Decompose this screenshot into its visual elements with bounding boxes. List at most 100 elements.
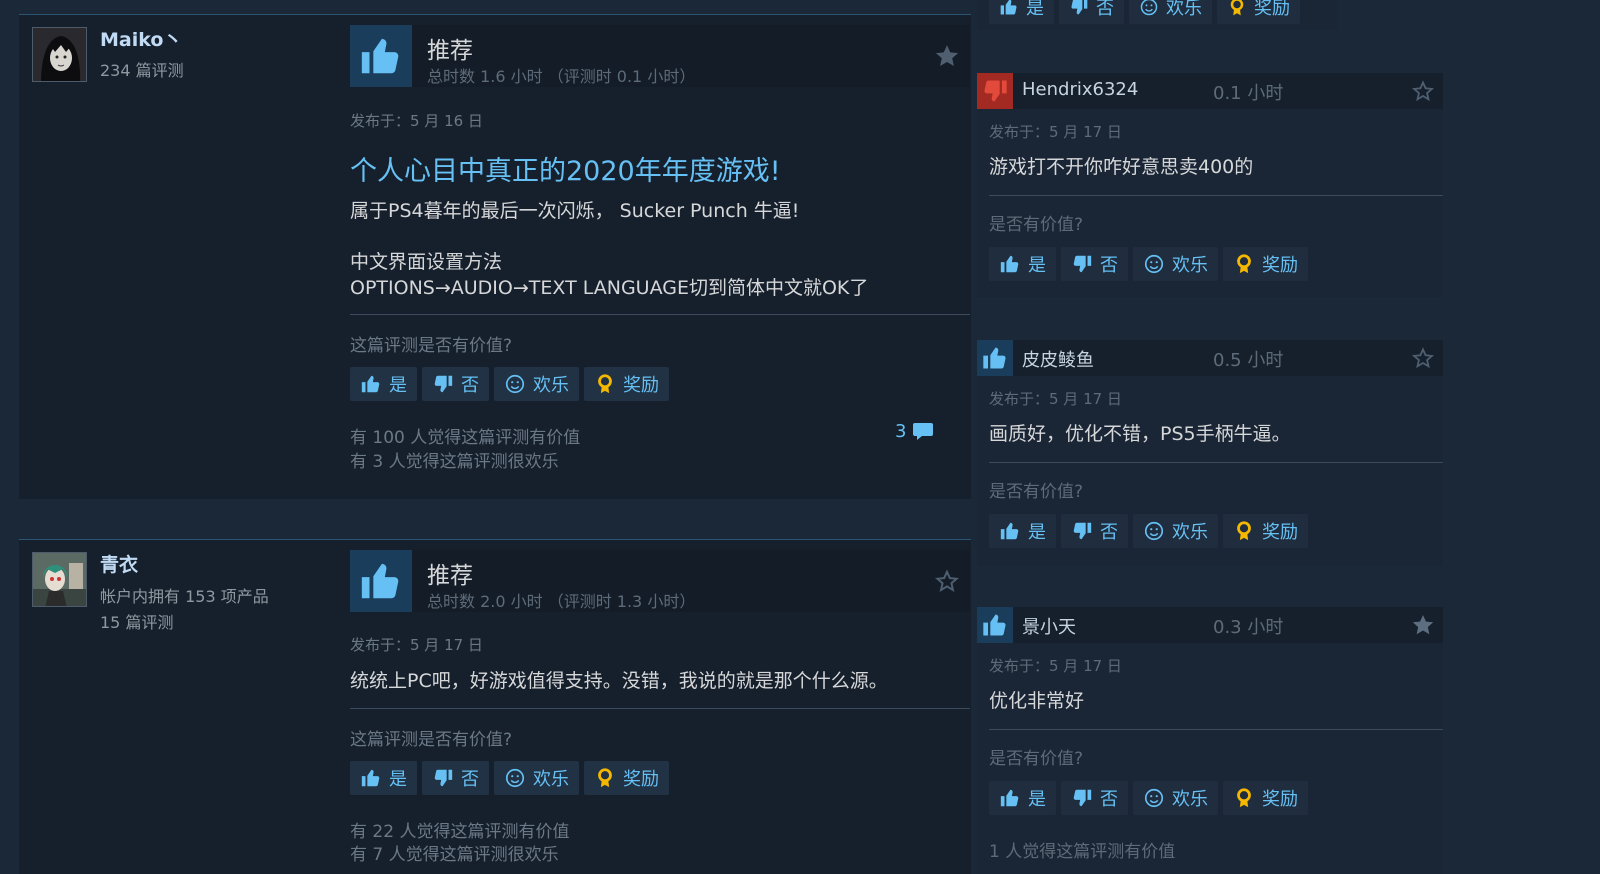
yes-button[interactable]: 是 xyxy=(989,247,1056,281)
partial-award-label: 奖励 xyxy=(1254,0,1290,19)
user-review-count[interactable]: 15 篇评测 xyxy=(100,609,173,633)
divider xyxy=(350,314,970,315)
divider xyxy=(989,729,1443,730)
no-button[interactable]: 否 xyxy=(422,761,489,795)
helpful-question: 这篇评测是否有价值? xyxy=(350,336,513,356)
thumbs-up-icon xyxy=(981,344,1009,372)
side-username[interactable]: 皮皮鲮鱼 xyxy=(1022,346,1094,372)
no-label: 否 xyxy=(1100,789,1118,810)
side-review-header[interactable]: Hendrix6324 0.1 小时 xyxy=(977,73,1443,109)
thumbs-up-icon xyxy=(981,611,1009,639)
side-review-header[interactable]: 景小天 0.3 小时 xyxy=(977,607,1443,643)
verdict-title: 推荐 xyxy=(427,38,473,64)
verdict-title: 推荐 xyxy=(427,563,473,589)
helpful-count: 有 100 人觉得这篇评测有价值 xyxy=(350,428,581,448)
award-button[interactable]: 奖励 xyxy=(584,761,669,795)
user-review-count[interactable]: 234 篇评测 xyxy=(100,57,184,81)
posted-date: 发布于：5 月 16 日 xyxy=(350,112,483,130)
side-helpful-question: 是否有价值? xyxy=(989,215,1084,235)
yes-label: 是 xyxy=(1028,789,1046,810)
partial-yes-button[interactable]: 是 xyxy=(989,0,1054,24)
no-button[interactable]: 否 xyxy=(1061,514,1128,548)
vote-header[interactable]: 推荐 总时数 1.6 小时 （评测时 0.1 小时） xyxy=(350,25,970,87)
award-button[interactable]: 奖励 xyxy=(1223,514,1308,548)
no-button[interactable]: 否 xyxy=(422,367,489,401)
award-icon xyxy=(1233,787,1255,809)
funny-button[interactable]: 欢乐 xyxy=(1133,514,1218,548)
award-button[interactable]: 奖励 xyxy=(1223,781,1308,815)
star-outline-icon[interactable] xyxy=(1411,79,1435,103)
funny-button[interactable]: 欢乐 xyxy=(1133,247,1218,281)
no-label: 否 xyxy=(1100,522,1118,543)
review-headline: 个人心目中真正的2020年年度游戏! xyxy=(350,156,781,187)
yes-label: 是 xyxy=(1028,522,1046,543)
no-label: 否 xyxy=(1100,255,1118,276)
divider xyxy=(350,708,970,709)
divider xyxy=(989,462,1443,463)
funny-label: 欢乐 xyxy=(533,375,569,396)
username[interactable]: Maiko丶 xyxy=(100,25,182,52)
avatar-image xyxy=(33,553,86,606)
thumbs-up-icon xyxy=(999,520,1021,542)
yes-button[interactable]: 是 xyxy=(350,367,417,401)
side-vote-buttons: 是 否 欢乐 奖励 xyxy=(989,247,1308,281)
user-product-count[interactable]: 帐户内拥有 153 项产品 xyxy=(100,583,269,607)
award-button[interactable]: 奖励 xyxy=(584,367,669,401)
avatar[interactable] xyxy=(32,552,87,607)
side-posted-date: 发布于：5 月 17 日 xyxy=(989,657,1122,675)
yes-button[interactable]: 是 xyxy=(989,781,1056,815)
review-body-line: OPTIONS→AUDIO→TEXT LANGUAGE切到简体中文就OK了 xyxy=(350,277,869,299)
avatar-image xyxy=(33,28,86,81)
thumbs-down-icon xyxy=(1071,253,1093,275)
side-username[interactable]: Hendrix6324 xyxy=(1022,79,1138,100)
yes-label: 是 xyxy=(1028,255,1046,276)
partial-yes-label: 是 xyxy=(1026,0,1044,19)
yes-label: 是 xyxy=(389,769,407,790)
partial-vote-buttons: 是 否 欢乐 奖励 xyxy=(989,0,1300,24)
side-review-text: 游戏打不开你咋好意思卖400的 xyxy=(989,156,1254,178)
thumbs-down-icon xyxy=(1071,787,1093,809)
comment-icon xyxy=(912,419,936,443)
side-review-card: 景小天 0.3 小时 发布于：5 月 17 日 优化非常好 是否有价值? 是 否… xyxy=(977,607,1443,874)
funny-button[interactable]: 欢乐 xyxy=(494,761,579,795)
recommend-thumb xyxy=(977,340,1013,376)
no-button[interactable]: 否 xyxy=(1061,247,1128,281)
smile-icon xyxy=(1143,787,1165,809)
no-button[interactable]: 否 xyxy=(1061,781,1128,815)
yes-label: 是 xyxy=(389,375,407,396)
playtime: 总时数 2.0 小时 （评测时 1.3 小时） xyxy=(427,592,696,611)
award-button[interactable]: 奖励 xyxy=(1223,247,1308,281)
star-icon[interactable] xyxy=(1411,613,1435,637)
funny-label: 欢乐 xyxy=(1172,789,1208,810)
side-review-card: 皮皮鲮鱼 0.5 小时 发布于：5 月 17 日 画质好，优化不错，PS5手柄牛… xyxy=(977,340,1443,566)
award-icon xyxy=(594,767,616,789)
username[interactable]: 青衣 xyxy=(100,550,138,577)
funny-button[interactable]: 欢乐 xyxy=(1133,781,1218,815)
comment-count: 3 xyxy=(895,420,907,442)
comment-count-link[interactable]: 3 xyxy=(895,419,936,443)
thumbs-down-icon xyxy=(432,373,454,395)
funny-button[interactable]: 欢乐 xyxy=(494,367,579,401)
helpful-count: 有 22 人觉得这篇评测有价值 xyxy=(350,822,570,842)
yes-button[interactable]: 是 xyxy=(989,514,1056,548)
thumbs-down-icon xyxy=(981,77,1009,105)
recommend-thumb xyxy=(350,550,412,612)
avatar[interactable] xyxy=(32,27,87,82)
vote-header[interactable]: 推荐 总时数 2.0 小时 （评测时 1.3 小时） xyxy=(350,550,970,612)
partial-funny-button[interactable]: 欢乐 xyxy=(1129,0,1212,24)
yes-button[interactable]: 是 xyxy=(350,761,417,795)
not-recommend-thumb xyxy=(977,73,1013,109)
side-review-header[interactable]: 皮皮鲮鱼 0.5 小时 xyxy=(977,340,1443,376)
partial-no-button[interactable]: 否 xyxy=(1059,0,1124,24)
award-label: 奖励 xyxy=(1262,255,1298,276)
review-body-line: 属于PS4暮年的最后一次闪烁， Sucker Punch 牛逼! xyxy=(350,200,800,222)
thumbs-up-icon xyxy=(999,253,1021,275)
side-username[interactable]: 景小天 xyxy=(1022,613,1076,639)
star-outline-icon[interactable] xyxy=(1411,346,1435,370)
partial-award-button[interactable]: 奖励 xyxy=(1217,0,1300,24)
star-icon[interactable] xyxy=(934,43,960,69)
star-outline-icon[interactable] xyxy=(934,568,960,594)
side-playtime: 0.1 小时 xyxy=(1213,83,1284,104)
thumbs-up-icon xyxy=(360,767,382,789)
review-body-line: 统统上PC吧，好游戏值得支持。没错，我说的就是那个什么源。 xyxy=(350,670,888,692)
